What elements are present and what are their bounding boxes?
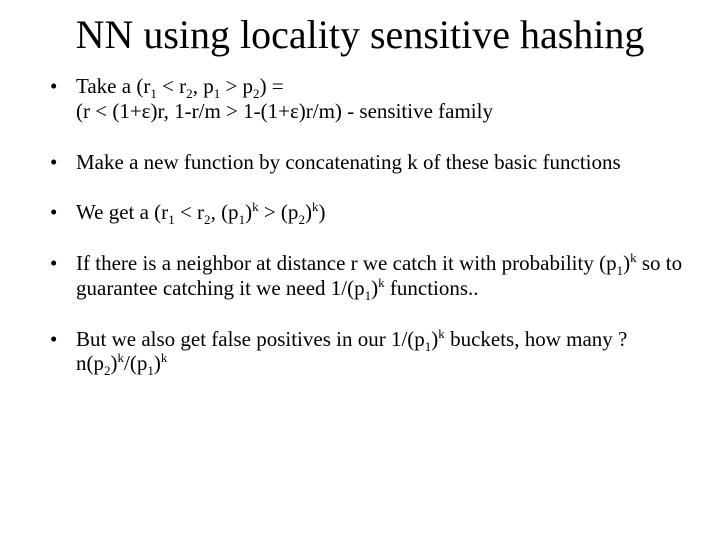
bullet-5: But we also get false positives in our 1… bbox=[50, 327, 690, 377]
bullet-3-text: We get a (r1 < r2, (p1)k > (p2)k) bbox=[76, 200, 325, 224]
bullet-4: If there is a neighbor at distance r we … bbox=[50, 251, 690, 301]
bullet-2: Make a new function by concatenating k o… bbox=[50, 150, 690, 175]
slide-title: NN using locality sensitive hashing bbox=[30, 14, 690, 56]
bullet-list: Take a (r1 < r2, p1 > p2) = (r < (1+ε)r,… bbox=[50, 74, 690, 376]
slide: NN using locality sensitive hashing Take… bbox=[0, 0, 720, 540]
bullet-5-text: But we also get false positives in our 1… bbox=[76, 327, 627, 376]
bullet-3: We get a (r1 < r2, (p1)k > (p2)k) bbox=[50, 200, 690, 225]
bullet-1-text: Take a (r1 < r2, p1 > p2) = (r < (1+ε)r,… bbox=[76, 74, 493, 123]
bullet-1: Take a (r1 < r2, p1 > p2) = (r < (1+ε)r,… bbox=[50, 74, 690, 124]
bullet-2-text: Make a new function by concatenating k o… bbox=[76, 150, 621, 174]
bullet-4-text: If there is a neighbor at distance r we … bbox=[76, 251, 682, 300]
